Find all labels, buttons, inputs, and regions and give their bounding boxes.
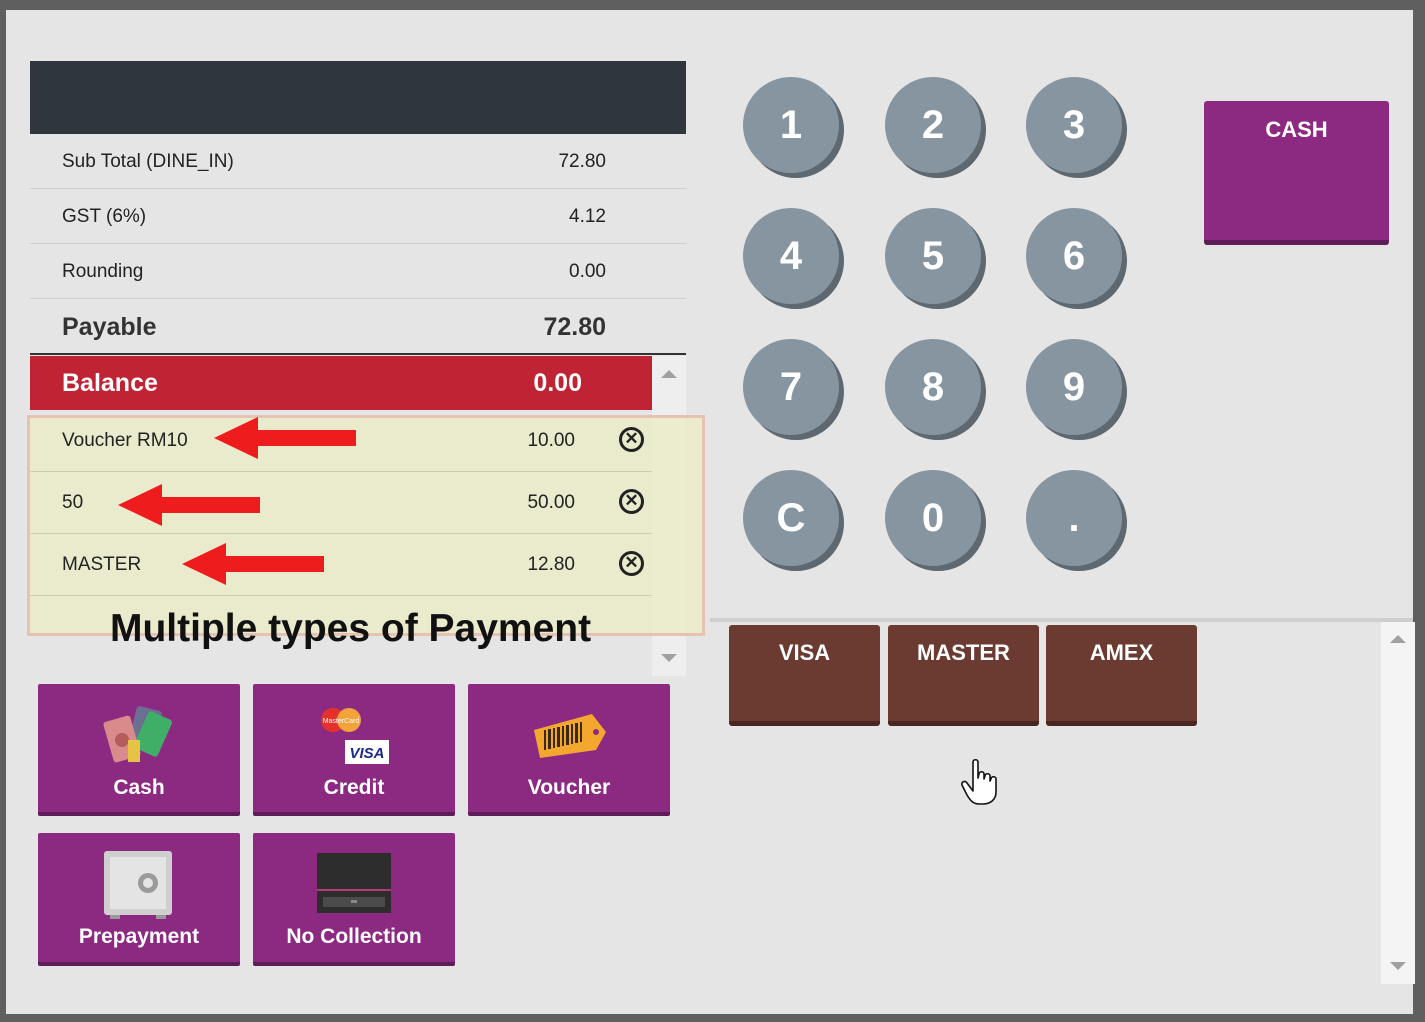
- hand-cursor-icon: [961, 758, 997, 805]
- no-collection-label: No Collection: [286, 925, 422, 948]
- keypad-0[interactable]: 0: [885, 470, 981, 566]
- quick-cash-button[interactable]: CASH: [1204, 101, 1389, 245]
- payment-line-amount: 12.80: [527, 554, 575, 575]
- gst-row: GST (6%) 4.12: [30, 189, 686, 244]
- keypad-6[interactable]: 6: [1026, 208, 1122, 304]
- subtotal-label: Sub Total (DINE_IN): [62, 151, 234, 172]
- balance-label: Balance: [62, 369, 158, 397]
- keypad-7[interactable]: 7: [743, 339, 839, 435]
- scroll-down-icon[interactable]: [661, 654, 677, 662]
- keypad-8[interactable]: 8: [885, 339, 981, 435]
- safe-icon: [104, 851, 172, 919]
- keypad-9[interactable]: 9: [1026, 339, 1122, 435]
- subtotal-value: 72.80: [558, 151, 606, 172]
- rounding-label: Rounding: [62, 261, 144, 282]
- keypad-clear[interactable]: C: [743, 470, 839, 566]
- prepayment-label: Prepayment: [78, 925, 200, 948]
- credit-card-icon: MasterCard VISA: [321, 708, 389, 764]
- payment-line-amount: 50.00: [527, 492, 575, 513]
- credit-label: Credit: [323, 776, 385, 799]
- keypad-1[interactable]: 1: [743, 77, 839, 173]
- scroll-down-icon[interactable]: [1390, 962, 1406, 970]
- credit-payment-button[interactable]: MasterCard VISA Credit: [253, 684, 455, 816]
- annotation-caption: Multiple types of Payment: [110, 607, 592, 650]
- prepayment-button[interactable]: Prepayment: [38, 833, 240, 966]
- keypad-2[interactable]: 2: [885, 77, 981, 173]
- annotation-arrow-icon: [214, 417, 356, 459]
- payment-line-label: Voucher RM10: [62, 430, 188, 451]
- no-collection-button[interactable]: No Collection: [253, 833, 455, 966]
- section-divider: [710, 618, 1413, 622]
- payment-screen: Sub Total (DINE_IN) 72.80 GST (6%) 4.12 …: [6, 10, 1415, 1014]
- keypad-decimal[interactable]: .: [1026, 470, 1122, 566]
- scroll-up-icon[interactable]: [661, 370, 677, 378]
- amex-button[interactable]: AMEX: [1046, 625, 1197, 726]
- gst-label: GST (6%): [62, 206, 147, 227]
- gst-value: 4.12: [569, 206, 606, 227]
- payment-line-label: MASTER: [62, 554, 142, 575]
- annotation-arrow-icon: [118, 484, 260, 526]
- keypad-5[interactable]: 5: [885, 208, 981, 304]
- card-list-scrollbar[interactable]: [1381, 622, 1415, 984]
- payable-label: Payable: [62, 313, 157, 341]
- keypad-3[interactable]: 3: [1026, 77, 1122, 173]
- remove-payment-icon[interactable]: ✕: [619, 489, 644, 514]
- visa-button[interactable]: VISA: [729, 625, 880, 726]
- remove-payment-icon[interactable]: ✕: [619, 551, 644, 576]
- rounding-value: 0.00: [569, 261, 606, 282]
- voucher-tag-icon: [534, 714, 606, 758]
- svg-text:MasterCard: MasterCard: [323, 718, 360, 725]
- subtotal-row: Sub Total (DINE_IN) 72.80: [30, 134, 686, 189]
- payable-value: 72.80: [543, 313, 606, 341]
- cash-drawer-icon: [317, 853, 391, 913]
- cash-payment-button[interactable]: Cash: [38, 684, 240, 816]
- payment-line: MASTER 12.80 ✕: [30, 534, 652, 596]
- payment-line-label: 50: [62, 492, 84, 513]
- scroll-up-icon[interactable]: [1390, 635, 1406, 643]
- remove-payment-icon[interactable]: ✕: [619, 427, 644, 452]
- payable-row: Payable 72.80: [30, 299, 686, 355]
- order-header-bar: [30, 61, 686, 134]
- keypad-4[interactable]: 4: [743, 208, 839, 304]
- annotation-arrow-icon: [182, 543, 324, 585]
- voucher-label: Voucher: [527, 776, 611, 799]
- rounding-row: Rounding 0.00: [30, 244, 686, 299]
- cash-money-icon: [103, 706, 173, 763]
- balance-row: Balance 0.00: [30, 356, 652, 410]
- voucher-payment-button[interactable]: Voucher: [468, 684, 670, 816]
- svg-text:VISA: VISA: [349, 745, 384, 762]
- cash-label: Cash: [113, 776, 165, 799]
- payment-line-amount: 10.00: [527, 430, 575, 451]
- balance-value: 0.00: [533, 369, 582, 397]
- master-button[interactable]: MASTER: [888, 625, 1039, 726]
